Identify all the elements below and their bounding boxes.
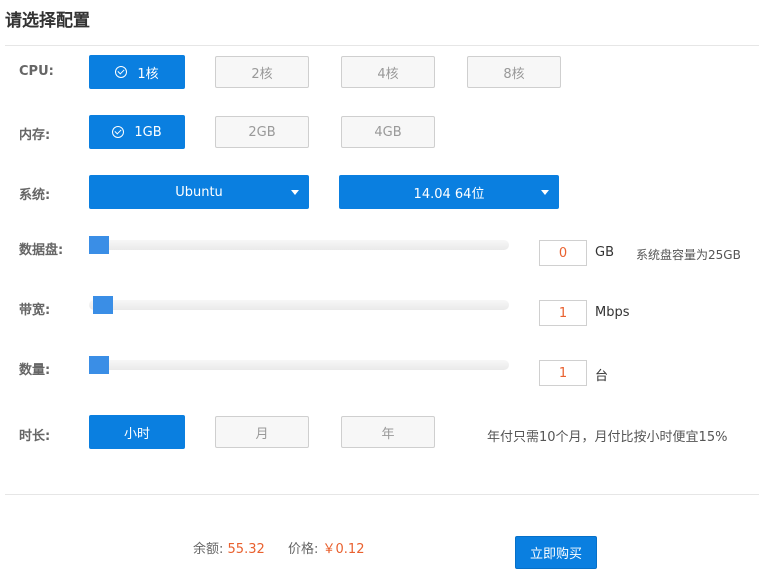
bandwidth-slider-handle[interactable] (93, 296, 113, 314)
duration-option-label: 月 (255, 426, 269, 442)
bandwidth-label: 带宽: (19, 303, 51, 318)
duration-option-label: 小时 (123, 426, 150, 442)
caret-down-icon (541, 190, 549, 195)
quantity-slider-handle[interactable] (89, 356, 109, 374)
header-divider (5, 45, 759, 46)
cpu-option-label: 4核 (377, 66, 399, 82)
caret-down-icon (291, 190, 299, 195)
cpu-option-1[interactable]: 1核 (89, 55, 185, 89)
quantity-label: 数量: (19, 363, 51, 378)
check-circle-icon (115, 66, 128, 78)
os-version-select-value: 14.04 64位 (413, 186, 485, 202)
system-disk-note: 系统盘容量为25GB (636, 248, 741, 262)
os-select[interactable]: Ubuntu (89, 175, 309, 209)
memory-option-1gb[interactable]: 1GB (89, 115, 185, 149)
footer-divider (5, 494, 759, 495)
balance: 余额: 55.32 (193, 538, 265, 557)
memory-option-2gb[interactable]: 2GB (215, 116, 309, 148)
data-disk-slider-track[interactable] (89, 240, 509, 250)
bandwidth-input[interactable]: 1 (539, 300, 587, 326)
duration-note: 年付只需10个月，月付比按小时便宜15% (487, 430, 728, 445)
cpu-option-4[interactable]: 4核 (341, 56, 435, 88)
cpu-option-2[interactable]: 2核 (215, 56, 309, 88)
cpu-option-label: 2核 (251, 66, 273, 82)
memory-option-label: 4GB (374, 124, 402, 140)
price-value: ￥0.12 (322, 542, 365, 557)
duration-option-month[interactable]: 月 (215, 416, 309, 448)
memory-label: 内存: (19, 128, 51, 143)
data-disk-unit: GB (595, 245, 614, 260)
price-label: 价格: (288, 542, 319, 557)
memory-option-4gb[interactable]: 4GB (341, 116, 435, 148)
duration-option-label: 年 (381, 426, 395, 442)
bandwidth-unit: Mbps (595, 305, 630, 320)
system-label: 系统: (19, 188, 51, 203)
check-circle-icon (112, 126, 125, 138)
page-title: 请选择配置 (5, 11, 90, 31)
os-select-value: Ubuntu (175, 184, 223, 200)
cpu-label: CPU: (19, 64, 54, 79)
balance-value: 55.32 (227, 542, 265, 557)
cpu-option-label: 8核 (503, 66, 525, 82)
data-disk-label: 数据盘: (19, 243, 64, 258)
quantity-slider-track[interactable] (89, 360, 509, 370)
quantity-unit: 台 (595, 369, 609, 384)
balance-label: 余额: (193, 542, 224, 557)
bandwidth-slider-track[interactable] (89, 300, 509, 310)
duration-option-year[interactable]: 年 (341, 416, 435, 448)
memory-option-label: 2GB (248, 124, 276, 140)
memory-option-label: 1GB (134, 124, 162, 140)
price: 价格: ￥0.12 (288, 538, 364, 557)
cpu-option-8[interactable]: 8核 (467, 56, 561, 88)
duration-option-hour[interactable]: 小时 (89, 415, 185, 449)
duration-label: 时长: (19, 429, 51, 444)
quantity-input[interactable]: 1 (539, 360, 587, 386)
buy-now-button[interactable]: 立即购买 (515, 536, 597, 569)
data-disk-input[interactable]: 0 (539, 240, 587, 266)
cpu-option-label: 1核 (137, 66, 159, 82)
data-disk-slider-handle[interactable] (89, 236, 109, 254)
os-version-select[interactable]: 14.04 64位 (339, 175, 559, 209)
